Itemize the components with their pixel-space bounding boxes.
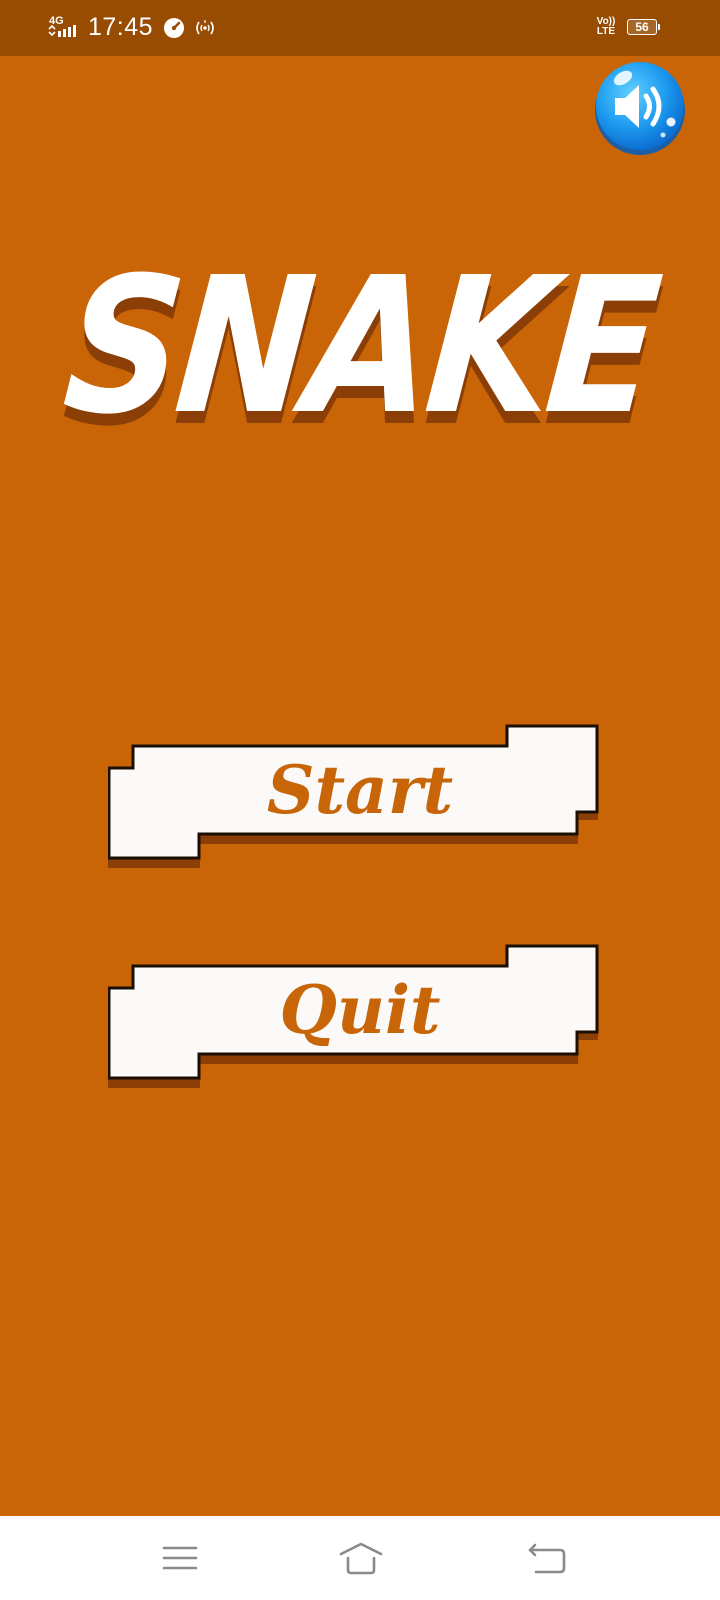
sound-toggle-button[interactable] (593, 60, 687, 156)
back-icon (528, 1543, 566, 1574)
status-time: 17:45 (88, 13, 154, 41)
home-icon (339, 1542, 383, 1575)
battery-icon: 56 (627, 19, 661, 37)
speaker-icon (595, 62, 685, 155)
hotspot-icon (196, 20, 214, 35)
nav-home-button[interactable] (337, 1538, 383, 1578)
signal-icon (48, 24, 76, 37)
volte-label: Vo)) LTE (596, 16, 616, 37)
speedometer-icon (164, 18, 184, 38)
menu-icon (162, 1546, 198, 1570)
navigation-bar (0, 1516, 720, 1600)
battery-level: 56 (635, 20, 649, 34)
quit-button-label: Quit (279, 971, 441, 1049)
status-bar: 4G 17:45 Vo)) LTE 56 (0, 0, 720, 56)
game-title: SNAKE SNAKE (0, 224, 720, 484)
game-title-text: SNAKE (56, 237, 664, 456)
nav-back-button[interactable] (526, 1538, 570, 1578)
start-button-label: Start (266, 751, 454, 829)
quit-button[interactable]: Quit (108, 942, 612, 1102)
nav-menu-button[interactable] (158, 1538, 202, 1578)
start-button[interactable]: Start (108, 722, 612, 882)
